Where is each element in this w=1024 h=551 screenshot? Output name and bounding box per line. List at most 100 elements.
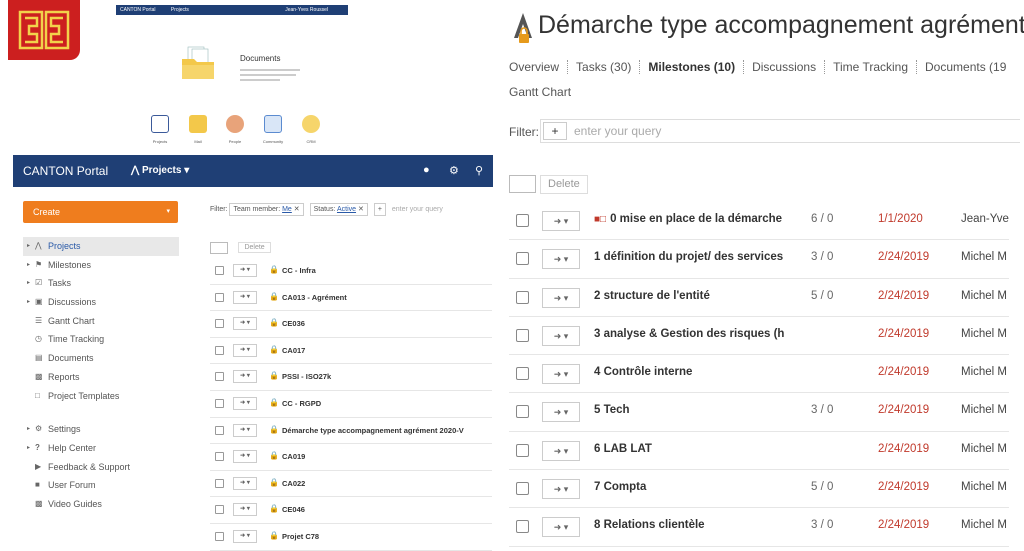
gear-icon[interactable]: ⚙ <box>449 164 459 177</box>
project-name[interactable]: CC - RGPD <box>282 399 492 408</box>
sidebar-item-discussions[interactable]: ▸ ▣ Discussions <box>23 293 179 312</box>
sidebar-item-templates[interactable]: □ Project Templates <box>23 387 179 406</box>
project-row[interactable]: ➜ ▾ 🔒 CE036 <box>210 311 492 338</box>
row-action-dropdown[interactable]: ➜ ▾ <box>542 287 580 308</box>
milestone-owner[interactable]: Michel M <box>961 404 1009 416</box>
row-action-dropdown[interactable]: ➜ ▾ <box>542 402 580 423</box>
row-checkbox[interactable] <box>516 405 529 419</box>
chip-value[interactable]: Me <box>282 206 292 213</box>
milestone-owner[interactable]: Michel M <box>961 290 1009 302</box>
milestone-row[interactable]: ➜ ▾ 6 LAB LAT 2/24/2019 Michel M <box>509 432 1009 471</box>
close-icon[interactable]: ✕ <box>358 206 364 213</box>
milestone-row[interactable]: ➜ ▾ 1 définition du projet/ des services 3… <box>509 240 1009 279</box>
row-checkbox[interactable] <box>516 443 529 457</box>
project-name[interactable]: CE046 <box>282 505 492 514</box>
row-action-dropdown[interactable]: ➜ ▾ <box>233 370 257 384</box>
mini-module-mail[interactable]: Mail <box>178 115 218 144</box>
search-icon[interactable]: ⚲ <box>475 164 483 177</box>
row-action-dropdown[interactable]: ➜ ▾ <box>233 290 257 304</box>
row-action-dropdown[interactable]: ➜ ▾ <box>542 325 580 346</box>
tab-time-tracking[interactable]: Time Tracking <box>825 60 918 74</box>
project-row[interactable]: ➜ ▾ 🔒 CE046 <box>210 497 492 524</box>
row-checkbox[interactable] <box>215 319 224 329</box>
milestone-owner[interactable]: Michel M <box>961 443 1009 455</box>
milestone-owner[interactable]: Jean-Yves <box>961 213 1009 225</box>
mini-module-community[interactable]: Community <box>253 115 293 144</box>
sidebar-item-help[interactable]: ▸? Help Center <box>23 439 179 458</box>
project-name[interactable]: CA017 <box>282 346 492 355</box>
mini-module-projects[interactable]: Projects <box>140 115 180 144</box>
project-row[interactable]: ➜ ▾ 🔒 CA022 <box>210 471 492 498</box>
sidebar-item-settings[interactable]: ▸ ⚙ Settings <box>23 420 179 439</box>
row-action-dropdown[interactable]: ➜ ▾ <box>233 529 257 543</box>
row-checkbox[interactable] <box>516 482 529 496</box>
tab-milestones[interactable]: Milestones (10) <box>640 60 745 74</box>
row-checkbox[interactable] <box>516 252 529 266</box>
select-all-checkbox[interactable] <box>509 175 536 193</box>
sidebar-item-reports[interactable]: ▩ Reports <box>23 368 179 387</box>
row-action-dropdown[interactable]: ➜ ▾ <box>542 249 580 270</box>
row-action-dropdown[interactable]: ➜ ▾ <box>233 317 257 331</box>
row-checkbox[interactable] <box>215 372 224 382</box>
sidebar-item-tasks[interactable]: ▸ ☑ Tasks <box>23 274 179 293</box>
milestone-owner[interactable]: Michel M <box>961 366 1009 378</box>
project-name[interactable]: Démarche type accompagnement agrément 20… <box>282 426 492 435</box>
milestone-owner[interactable]: Michel M <box>961 328 1009 340</box>
row-action-dropdown[interactable]: ➜ ▾ <box>542 364 580 385</box>
milestone-row[interactable]: ➜ ▾ 3 analyse & Gestion des risques (h 2/2… <box>509 317 1009 356</box>
milestone-owner[interactable]: Michel M <box>961 481 1009 493</box>
filter-query-input[interactable]: enter your query <box>392 206 443 213</box>
project-row[interactable]: ➜ ▾ 🔒 Projet C78 <box>210 524 492 551</box>
project-row[interactable]: ➜ ▾ 🔒 PSSI - ISO27k <box>210 364 492 391</box>
sidebar-item-projects[interactable]: ▸ ⋀ Projects <box>23 237 179 256</box>
row-checkbox[interactable] <box>215 531 224 541</box>
sidebar-item-documents[interactable]: ▤ Documents <box>23 349 179 368</box>
milestone-owner[interactable]: Michel M <box>961 519 1009 531</box>
row-action-dropdown[interactable]: ➜ ▾ <box>233 264 257 277</box>
sidebar-item-milestones[interactable]: ▸ ⚑ Milestones <box>23 256 179 275</box>
row-checkbox[interactable] <box>215 292 224 302</box>
row-action-dropdown[interactable]: ➜ ▾ <box>233 476 257 490</box>
row-checkbox[interactable] <box>516 328 529 342</box>
tab-gantt-chart[interactable]: Gantt Chart <box>509 85 571 99</box>
milestone-name[interactable]: ■□ 0 mise en place de la démarche <box>594 213 784 225</box>
tab-documents[interactable]: Documents (19 <box>917 60 1009 74</box>
project-name[interactable]: Projet C78 <box>282 532 492 541</box>
milestone-name[interactable]: 5 Tech <box>594 404 784 416</box>
row-checkbox[interactable] <box>215 345 224 355</box>
milestone-owner[interactable]: Michel M <box>961 251 1009 263</box>
project-row[interactable]: ➜ ▾ 🔒 CA019 <box>210 444 492 471</box>
delete-button[interactable]: Delete <box>540 175 588 194</box>
row-action-dropdown[interactable]: ➜ ▾ <box>233 503 257 517</box>
tab-tasks[interactable]: Tasks (30) <box>568 60 641 74</box>
milestone-row[interactable]: ➜ ▾ 5 Tech 3 / 0 2/24/2019 Michel M <box>509 393 1009 432</box>
milestone-name[interactable]: 3 analyse & Gestion des risques (h <box>594 328 784 340</box>
milestone-name[interactable]: 2 structure de l'entité <box>594 290 784 302</box>
sidebar-item-feedback[interactable]: ▶ Feedback & Support <box>23 458 179 477</box>
project-name[interactable]: CE036 <box>282 319 492 328</box>
sidebar-item-gantt[interactable]: ☰ Gantt Chart <box>23 312 179 331</box>
mini-module-crm[interactable]: CRM <box>291 115 331 144</box>
milestone-name[interactable]: 7 Compta <box>594 481 784 493</box>
row-action-dropdown[interactable]: ➜ ▾ <box>542 211 580 231</box>
milestone-name[interactable]: 1 définition du projet/ des services <box>594 251 784 263</box>
milestone-row[interactable]: ➜ ▾ 2 structure de l'entité 5 / 0 2/24/2019… <box>509 279 1009 317</box>
row-action-dropdown[interactable]: ➜ ▾ <box>233 423 257 437</box>
project-name[interactable]: CA013 - Agrément <box>282 293 492 302</box>
row-action-dropdown[interactable]: ➜ ▾ <box>542 440 580 461</box>
project-row[interactable]: ➜ ▾ 🔒 Démarche type accompagnement agrémen… <box>210 418 492 445</box>
delete-button[interactable]: Delete <box>238 242 271 254</box>
row-checkbox[interactable] <box>215 452 224 462</box>
project-name[interactable]: CC - Infra <box>282 266 492 275</box>
sidebar-item-video[interactable]: ▩ Video Guides <box>23 495 179 514</box>
milestone-row[interactable]: ➜ ▾ ■□ 0 mise en place de la démarche 6 / 0… <box>509 202 1009 241</box>
row-checkbox[interactable] <box>215 266 224 275</box>
row-action-dropdown[interactable]: ➜ ▾ <box>233 396 257 410</box>
close-icon[interactable]: ✕ <box>294 206 300 213</box>
row-action-dropdown[interactable]: ➜ ▾ <box>233 343 257 357</box>
project-name[interactable]: CA022 <box>282 479 492 488</box>
create-button[interactable]: Create ▾ <box>23 201 178 223</box>
sidebar-item-forum[interactable]: ■ User Forum <box>23 476 179 495</box>
project-row[interactable]: ➜ ▾ 🔒 CA017 <box>210 338 492 365</box>
row-action-dropdown[interactable]: ➜ ▾ <box>542 517 580 538</box>
